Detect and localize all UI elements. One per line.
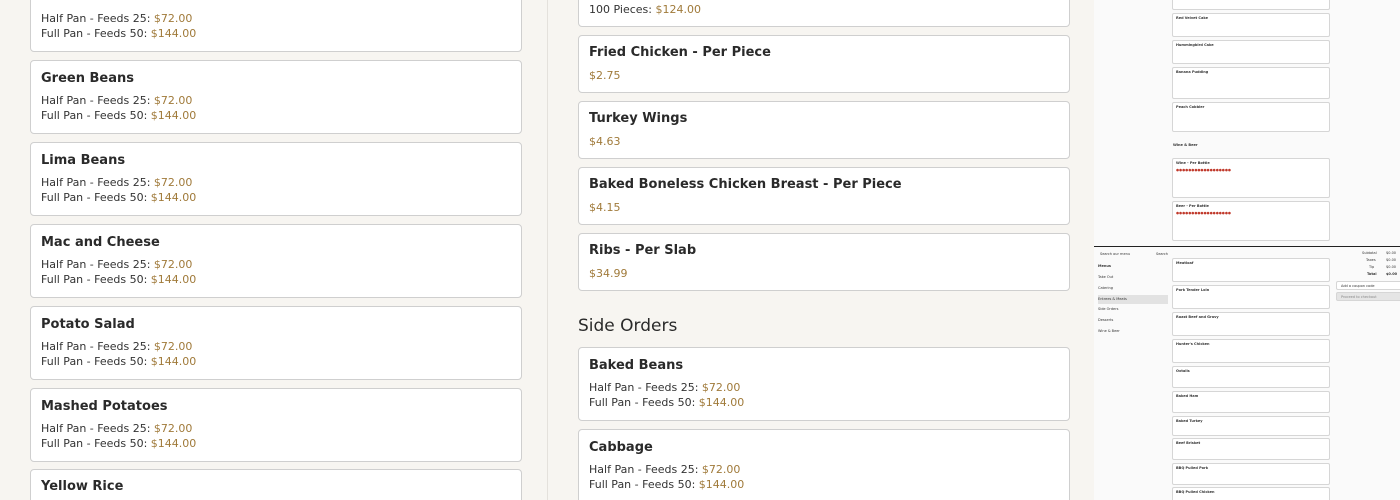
nav-item-menus: Menus bbox=[1098, 264, 1111, 268]
thumbnail-divider bbox=[1094, 246, 1400, 247]
mini-card: BBQ Pulled Chicken bbox=[1172, 487, 1330, 500]
mini-card: Beef Brisket bbox=[1172, 438, 1330, 460]
menu-item-title: Lima Beans bbox=[41, 153, 126, 168]
nav-item-entrees: Entrees & Meats bbox=[1098, 295, 1168, 304]
mini-card: Meatloaf bbox=[1172, 258, 1330, 282]
menu-item-title: Ribs - Per Slab bbox=[589, 243, 697, 258]
mini-card: Hummingbird Cake bbox=[1172, 40, 1330, 64]
menu-item-card[interactable]: 100 Pieces: $124.00 bbox=[578, 0, 1070, 27]
menu-item-card-lima-beans[interactable]: Lima Beans Half Pan - Feeds 25: $72.00 F… bbox=[30, 142, 522, 216]
section-heading-side-orders: Side Orders bbox=[578, 316, 678, 336]
mini-card: Oxtails bbox=[1172, 366, 1330, 388]
nav-item-take-out: Take Out bbox=[1098, 275, 1114, 279]
nav-item-catering: Catering bbox=[1098, 286, 1113, 290]
menu-item-card-cabbage[interactable]: Cabbage Half Pan - Feeds 25: $72.00 Full… bbox=[578, 429, 1070, 500]
menu-item-title: Mashed Potatoes bbox=[41, 399, 168, 414]
menu-item-title: Yellow Rice bbox=[41, 479, 124, 494]
mini-card: Peach Cobbler bbox=[1172, 102, 1330, 132]
menu-item-card-yellow-rice[interactable]: Yellow Rice bbox=[30, 469, 522, 500]
mini-card: Pork Tender Loin bbox=[1172, 285, 1330, 309]
menu-item-title: Green Beans bbox=[41, 71, 134, 86]
menu-item-title: Cabbage bbox=[589, 440, 653, 455]
mini-card: BBQ Pulled Pork bbox=[1172, 463, 1330, 485]
coupon-field: Add a coupon code bbox=[1336, 281, 1400, 290]
mini-card bbox=[1172, 0, 1330, 10]
mini-card: Beer - Per Bottle ●●●●●●●●●●●●●●●●●● bbox=[1172, 201, 1330, 241]
mini-card: Hunter's Chicken bbox=[1172, 339, 1330, 363]
menu-item-card-ribs[interactable]: Ribs - Per Slab $34.99 bbox=[578, 233, 1070, 291]
menu-item-title: Baked Boneless Chicken Breast - Per Piec… bbox=[589, 177, 902, 192]
middle-menu-panel: 100 Pieces: $124.00 Fried Chicken - Per … bbox=[547, 0, 1094, 500]
mini-card: Banana Pudding bbox=[1172, 67, 1330, 99]
left-menu-panel: Half Pan - Feeds 25: $72.00 Full Pan - F… bbox=[0, 0, 547, 500]
nav-item-side-orders: Side Orders bbox=[1098, 307, 1119, 311]
menu-item-title: Baked Beans bbox=[589, 358, 684, 373]
menu-item-card[interactable]: Half Pan - Feeds 25: $72.00 Full Pan - F… bbox=[30, 0, 522, 52]
mini-card: Wine - Per Bottle ●●●●●●●●●●●●●●●●●● bbox=[1172, 158, 1330, 198]
mini-card: Baked Turkey bbox=[1172, 416, 1330, 436]
checkout-button: Proceed to checkout bbox=[1336, 292, 1400, 301]
menu-item-card-potato-salad[interactable]: Potato Salad Half Pan - Feeds 25: $72.00… bbox=[30, 306, 522, 380]
mini-card: Red Velvet Cake bbox=[1172, 13, 1330, 37]
menu-item-title: Fried Chicken - Per Piece bbox=[589, 45, 771, 60]
menu-item-title: Turkey Wings bbox=[589, 111, 688, 126]
menu-item-card-baked-chicken-breast[interactable]: Baked Boneless Chicken Breast - Per Piec… bbox=[578, 167, 1070, 225]
menu-item-card-fried-chicken[interactable]: Fried Chicken - Per Piece $2.75 bbox=[578, 35, 1070, 93]
menu-item-card-mac-and-cheese[interactable]: Mac and Cheese Half Pan - Feeds 25: $72.… bbox=[30, 224, 522, 298]
menu-item-card-baked-beans[interactable]: Baked Beans Half Pan - Feeds 25: $72.00 … bbox=[578, 347, 1070, 421]
mini-card: Roast Beef and Gravy bbox=[1172, 312, 1330, 336]
nav-item-wine-beer: Wine & Beer bbox=[1098, 329, 1120, 333]
menu-item-card-green-beans[interactable]: Green Beans Half Pan - Feeds 25: $72.00 … bbox=[30, 60, 522, 134]
menu-item-title: Potato Salad bbox=[41, 317, 135, 332]
menu-item-card-mashed-potatoes[interactable]: Mashed Potatoes Half Pan - Feeds 25: $72… bbox=[30, 388, 522, 462]
menu-item-card-turkey-wings[interactable]: Turkey Wings $4.63 bbox=[578, 101, 1070, 159]
nav-item-desserts: Desserts bbox=[1098, 318, 1114, 322]
mini-card: Baked Ham bbox=[1172, 391, 1330, 413]
page-thumbnail-preview: Red Velvet Cake Hummingbird Cake Banana … bbox=[1094, 0, 1400, 500]
menu-item-title: Mac and Cheese bbox=[41, 235, 160, 250]
